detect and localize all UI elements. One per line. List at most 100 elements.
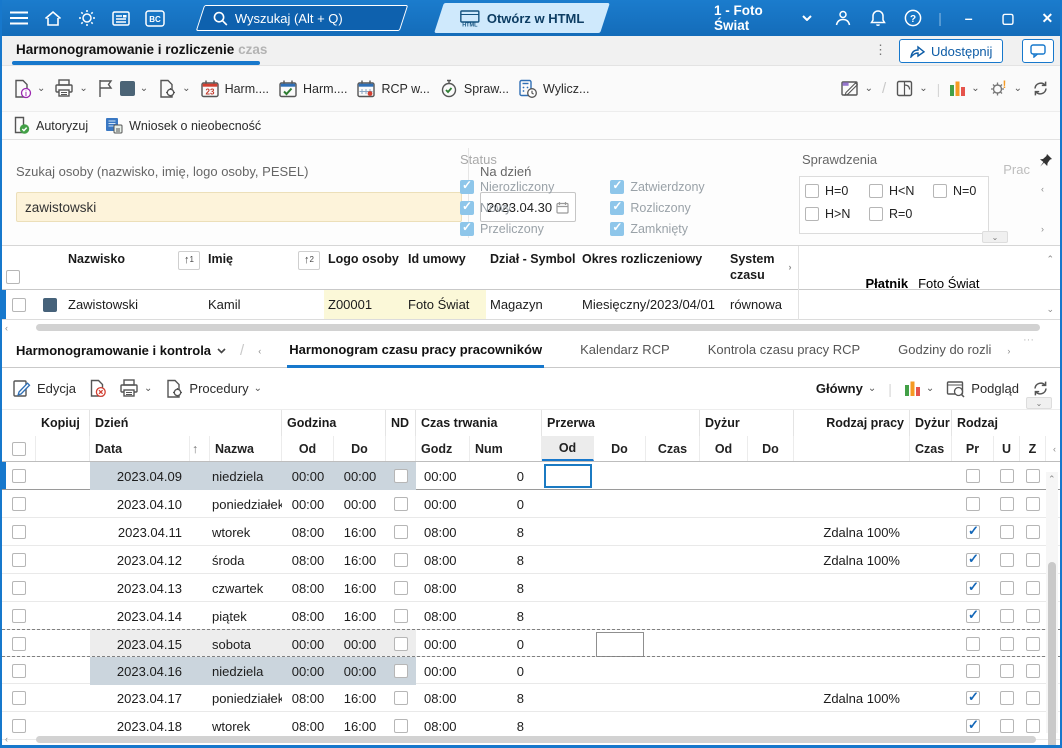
cell-pdo[interactable] <box>594 462 646 490</box>
cell-godz[interactable]: 00:00 <box>416 490 470 518</box>
cell-nd[interactable] <box>386 630 416 658</box>
col-u[interactable]: U <box>994 436 1020 461</box>
col-data[interactable]: Data <box>90 436 190 461</box>
cell-dczas[interactable] <box>910 462 952 490</box>
absence-request-button[interactable]: Wniosek o nieobecność <box>104 116 261 135</box>
settings-warning-button[interactable]: ! ⌄ <box>989 79 1022 98</box>
cell-pr[interactable] <box>952 490 994 518</box>
share-button[interactable]: Udostępnij <box>899 39 1004 63</box>
cell-godz[interactable]: 00:00 <box>416 462 470 490</box>
cell-z[interactable] <box>1020 630 1046 658</box>
feedback-button[interactable] <box>1022 39 1054 63</box>
checkbox-h>n[interactable]: H>N <box>805 207 869 221</box>
help-icon[interactable]: ? <box>904 9 922 27</box>
cell-rodzaj[interactable]: Zdalna 100% <box>794 684 910 712</box>
cell-pczas[interactable] <box>646 657 700 685</box>
schedule-row[interactable]: 2023.04.10 poniedziałek 00:00 00:00 00:00 0 <box>2 490 1060 518</box>
cell-do[interactable]: 00:00 <box>334 630 386 658</box>
collapse-filters-icon[interactable]: ⌄ <box>982 231 1008 243</box>
col-dyzur-do[interactable]: Do <box>748 436 794 461</box>
authorize-button[interactable]: Autoryzuj <box>12 116 88 135</box>
schedule-row[interactable]: 2023.04.12 środa 08:00 16:00 08:00 8 Zdalna 10… <box>2 546 1060 574</box>
cell-pdo[interactable] <box>594 490 646 518</box>
cell-ddo[interactable] <box>748 630 794 658</box>
more-options-icon[interactable]: ⋮ <box>874 42 888 58</box>
cell-pczas[interactable] <box>646 574 700 602</box>
search-input[interactable]: Wyszukaj (Alt + Q) <box>195 5 409 31</box>
cell-kopiuj[interactable] <box>36 490 90 518</box>
sort-1-icon[interactable]: ↑ 1 <box>178 251 200 270</box>
cell-u[interactable] <box>994 657 1020 685</box>
outlined-cell[interactable] <box>595 631 645 657</box>
select-all-rows-checkbox[interactable] <box>11 441 26 456</box>
cell-pr[interactable] <box>952 684 994 712</box>
cell-pr[interactable] <box>952 518 994 546</box>
cell-z[interactable] <box>1020 684 1046 712</box>
cell-dod[interactable] <box>700 490 748 518</box>
cell-do[interactable]: 00:00 <box>334 657 386 685</box>
cell-dczas[interactable] <box>910 518 952 546</box>
schedule-row[interactable]: 2023.04.15 sobota 00:00 00:00 00:00 0 <box>2 629 1060 658</box>
cell-rodzaj[interactable]: Zdalna 100% <box>794 518 910 546</box>
notes-button[interactable]: ⌄ <box>840 79 873 98</box>
cell-rodzaj[interactable] <box>794 657 910 685</box>
col-przerwa-do[interactable]: Do <box>594 436 646 461</box>
home-icon[interactable] <box>36 0 70 36</box>
cell-od[interactable]: 00:00 <box>282 630 334 658</box>
cell-u[interactable] <box>994 518 1020 546</box>
cell-pod[interactable] <box>542 462 594 490</box>
cell-pdo[interactable] <box>594 602 646 630</box>
collapse-right-icon[interactable]: ‹ <box>1053 444 1056 454</box>
tabs-scroll-left-icon[interactable]: ‹ <box>258 346 261 356</box>
cell-nd[interactable] <box>386 657 416 685</box>
group-kopiuj[interactable]: Kopiuj <box>36 410 90 436</box>
panel-scroll-down-icon[interactable]: ⌄ <box>1046 304 1054 315</box>
cell-ddo[interactable] <box>748 546 794 574</box>
scroll-up-icon[interactable]: ⌃ <box>1048 474 1056 485</box>
cell-dczas[interactable] <box>910 630 952 658</box>
group-przerwa[interactable]: Przerwa <box>542 410 700 436</box>
cell-pr[interactable] <box>952 630 994 658</box>
cell-godz[interactable]: 00:00 <box>416 630 470 658</box>
cell-od[interactable]: 08:00 <box>282 602 334 630</box>
cell-pczas[interactable] <box>646 630 700 658</box>
cell-sel[interactable] <box>2 490 36 518</box>
cell-rodzaj[interactable] <box>794 574 910 602</box>
cell-pod[interactable] <box>542 657 594 685</box>
cell-dod[interactable] <box>700 684 748 712</box>
group-dyzur-2[interactable]: Dyżur <box>910 410 952 436</box>
cell-od[interactable]: 08:00 <box>282 684 334 712</box>
group-czas-trwania[interactable]: Czas trwania <box>416 410 542 436</box>
analytics-button[interactable]: ⌄ <box>949 80 980 97</box>
checkbox-h<n[interactable]: H<N <box>869 184 933 198</box>
cell-num[interactable]: 8 <box>470 684 542 712</box>
cell-ddo[interactable] <box>748 574 794 602</box>
cell-dczas[interactable] <box>910 546 952 574</box>
breadcrumb[interactable]: Harmonogramowanie i kontrola <box>16 343 226 358</box>
cell-num[interactable]: 8 <box>470 574 542 602</box>
cell-num[interactable]: 8 <box>470 546 542 574</box>
cell-nd[interactable] <box>386 490 416 518</box>
cell-z[interactable] <box>1020 546 1046 574</box>
cell-z[interactable] <box>1020 574 1046 602</box>
cell-pr[interactable] <box>952 602 994 630</box>
cell-ddo[interactable] <box>748 490 794 518</box>
cell-kopiuj[interactable] <box>36 546 90 574</box>
cell-od[interactable]: 08:00 <box>282 518 334 546</box>
print-schedule-button[interactable]: ⌄ <box>119 379 152 398</box>
cell-kopiuj[interactable] <box>36 630 90 658</box>
cell-godz[interactable]: 08:00 <box>416 602 470 630</box>
cell-logo[interactable]: Z00001 <box>324 290 404 319</box>
cell-ddo[interactable] <box>748 657 794 685</box>
minimize-icon[interactable]: – <box>956 10 981 26</box>
flag-color-button[interactable]: ⌄ <box>97 79 148 98</box>
cell-sel[interactable] <box>2 546 36 574</box>
cell-z[interactable] <box>1020 518 1046 546</box>
refresh-grid-button[interactable] <box>1031 379 1050 398</box>
cell-u[interactable] <box>994 462 1020 490</box>
cell-sel[interactable] <box>2 518 36 546</box>
cell-pdo[interactable] <box>594 546 646 574</box>
procedures-button[interactable]: Procedury ⌄ <box>164 379 262 399</box>
cell-data[interactable]: 2023.04.17 <box>90 684 190 712</box>
col-od[interactable]: Od <box>282 436 334 461</box>
